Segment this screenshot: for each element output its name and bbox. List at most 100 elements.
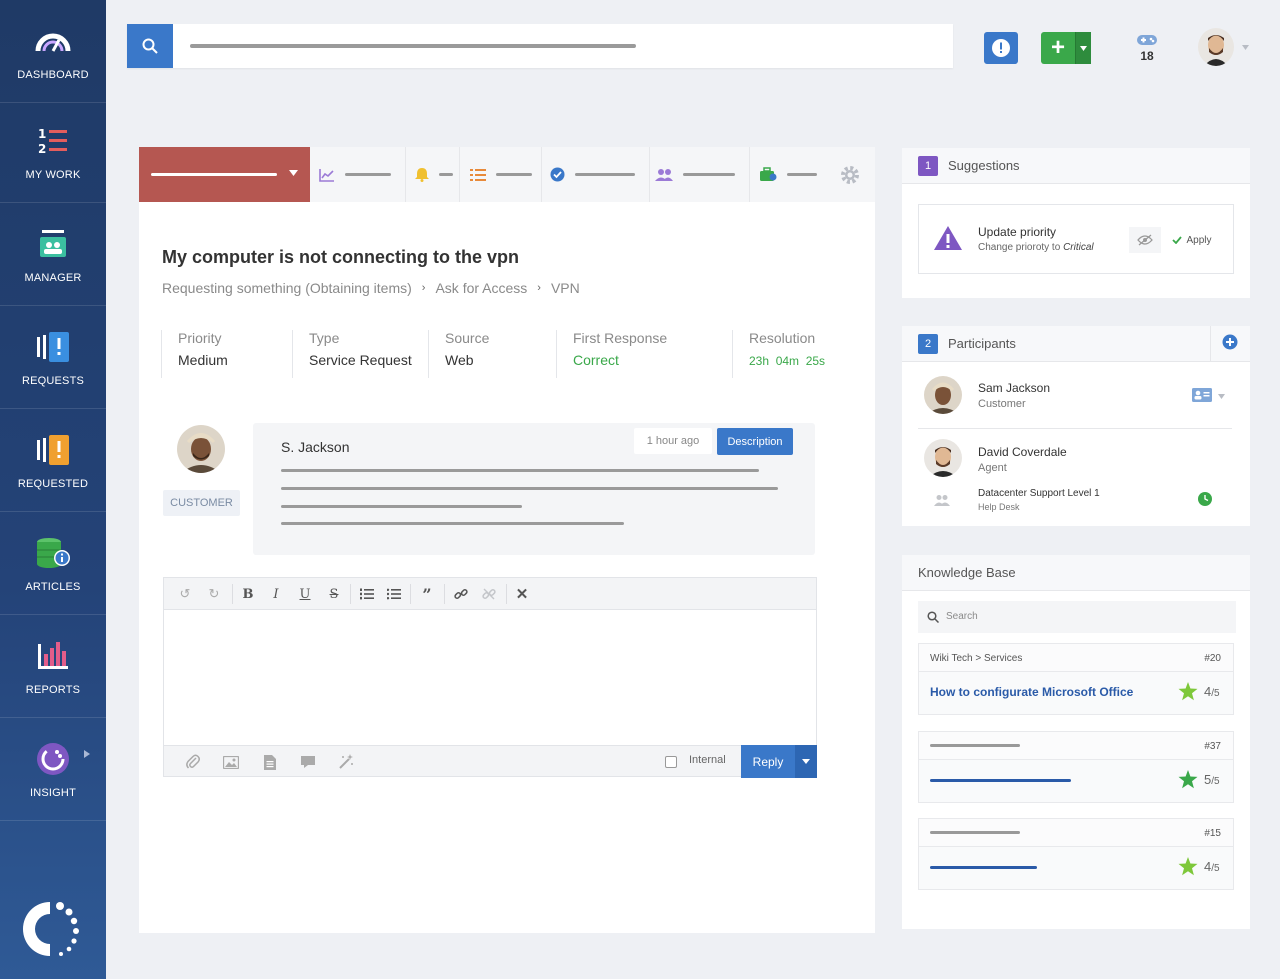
description-badge[interactable]: Description bbox=[717, 428, 793, 455]
gamepad-icon bbox=[1137, 35, 1157, 45]
meta-value: 23h 04m 25s bbox=[749, 354, 826, 368]
meta-key: Source bbox=[445, 330, 490, 346]
meta-priority[interactable]: Priority Medium bbox=[161, 330, 228, 378]
ordered-list-icon[interactable] bbox=[357, 584, 377, 604]
breadcrumb-item[interactable]: Requesting something (Obtaining items) bbox=[162, 280, 412, 296]
message-text-line bbox=[281, 487, 778, 490]
add-participant-icon[interactable] bbox=[1222, 334, 1238, 350]
participant-name: Sam Jackson bbox=[978, 381, 1051, 395]
exclamation-icon bbox=[992, 39, 1010, 57]
undo-icon[interactable]: ↺ bbox=[175, 584, 195, 604]
meta-source[interactable]: Source Web bbox=[428, 330, 489, 378]
kb-article-card[interactable]: #37 5/5 bbox=[918, 731, 1234, 803]
chevron-down-icon bbox=[1080, 45, 1087, 51]
kb-article-path-placeholder bbox=[930, 831, 1020, 834]
sidebar-item-requests[interactable]: REQUESTS bbox=[0, 306, 106, 409]
kb-article-title[interactable]: How to configurate Microsoft Office bbox=[930, 685, 1133, 699]
meta-key: Type bbox=[309, 330, 340, 346]
underline-icon[interactable]: U bbox=[295, 584, 315, 604]
clear-format-icon[interactable]: ✕ bbox=[512, 584, 532, 604]
insight-icon bbox=[33, 739, 73, 779]
magic-wand-icon[interactable] bbox=[336, 752, 356, 772]
breadcrumb-item[interactable]: Ask for Access bbox=[435, 280, 527, 296]
notifications-badge[interactable]: 18 bbox=[1132, 33, 1162, 67]
chevron-right-icon bbox=[84, 750, 90, 758]
suggestion-card: Update priority Change prioroty to Criti… bbox=[918, 204, 1234, 274]
dismiss-suggestion-button[interactable] bbox=[1129, 227, 1161, 253]
chevron-down-icon[interactable] bbox=[1218, 394, 1225, 399]
add-new-button[interactable]: + bbox=[1041, 32, 1091, 64]
avatar[interactable] bbox=[924, 439, 962, 477]
kb-article-card[interactable]: #15 4/5 bbox=[918, 818, 1234, 890]
breadcrumb-separator-icon: › bbox=[537, 282, 541, 294]
meta-type[interactable]: Type Service Request bbox=[292, 330, 412, 378]
bold-icon[interactable]: B bbox=[238, 584, 258, 604]
reply-dropdown-toggle[interactable] bbox=[795, 745, 817, 778]
add-dropdown-toggle[interactable] bbox=[1075, 32, 1091, 64]
panel-header: 1 Suggestions bbox=[902, 148, 1250, 184]
kb-search-input[interactable]: Search bbox=[918, 601, 1236, 633]
sidebar-item-dashboard[interactable]: DASHBOARD bbox=[0, 0, 106, 103]
sidebar-item-articles[interactable]: ARTICLES bbox=[0, 512, 106, 615]
tab-status[interactable] bbox=[139, 147, 310, 202]
apply-suggestion-button[interactable]: Apply bbox=[1163, 227, 1221, 253]
strikethrough-icon[interactable]: S bbox=[324, 584, 344, 604]
tab-people[interactable] bbox=[655, 147, 735, 202]
link-icon[interactable] bbox=[451, 584, 471, 604]
paperclip-icon[interactable] bbox=[183, 752, 203, 772]
avatar[interactable] bbox=[177, 425, 225, 473]
sidebar-item-manager[interactable]: MANAGER bbox=[0, 203, 106, 306]
chevron-down-icon bbox=[289, 170, 298, 176]
search-placeholder: Search bbox=[946, 611, 978, 622]
tab-assets[interactable] bbox=[759, 147, 817, 202]
tab-approvals[interactable] bbox=[550, 147, 635, 202]
breadcrumb-separator-icon: › bbox=[421, 282, 426, 294]
group-name: Datacenter Support Level 1 bbox=[978, 488, 1100, 499]
user-avatar[interactable] bbox=[1198, 28, 1234, 66]
kb-article-title-placeholder[interactable] bbox=[930, 866, 1037, 869]
comment-icon[interactable] bbox=[298, 752, 318, 772]
tab-tasks[interactable] bbox=[470, 147, 532, 202]
search-icon bbox=[927, 611, 939, 623]
redo-icon[interactable]: ↻ bbox=[204, 584, 224, 604]
meta-value: Web bbox=[445, 352, 474, 368]
bullet-list-icon[interactable] bbox=[384, 584, 404, 604]
internal-checkbox[interactable] bbox=[665, 756, 677, 768]
sidebar-item-reports[interactable]: REPORTS bbox=[0, 615, 106, 718]
unlink-icon[interactable] bbox=[479, 584, 499, 604]
contact-card-icon[interactable] bbox=[1192, 388, 1212, 402]
sidebar-item-insight[interactable]: INSIGHT bbox=[0, 718, 106, 821]
italic-icon[interactable]: I bbox=[266, 584, 286, 604]
global-search bbox=[127, 24, 953, 68]
tab-alerts[interactable] bbox=[415, 147, 453, 202]
breadcrumb: Requesting something (Obtaining items) ›… bbox=[162, 280, 580, 296]
search-button[interactable] bbox=[127, 24, 173, 68]
quote-icon[interactable]: ” bbox=[417, 584, 437, 604]
reply-button[interactable]: Reply bbox=[741, 745, 795, 778]
group-subtitle: Help Desk bbox=[978, 502, 1020, 512]
alert-button[interactable] bbox=[984, 32, 1018, 64]
document-icon[interactable] bbox=[260, 752, 280, 772]
tab-activity[interactable] bbox=[319, 147, 391, 202]
database-icon bbox=[33, 533, 73, 573]
kb-article-card[interactable]: Wiki Tech > Services #20 How to configur… bbox=[918, 643, 1234, 715]
breadcrumb-item[interactable]: VPN bbox=[551, 280, 580, 296]
panel-title: Suggestions bbox=[948, 158, 1020, 173]
internal-label: Internal bbox=[689, 754, 726, 766]
image-icon[interactable] bbox=[221, 752, 241, 772]
reply-textarea[interactable] bbox=[164, 610, 816, 744]
gear-icon[interactable] bbox=[839, 164, 861, 186]
requests-icon bbox=[33, 327, 73, 367]
kb-article-id: #15 bbox=[1204, 828, 1221, 839]
search-input[interactable] bbox=[190, 44, 636, 48]
kb-article-title-placeholder[interactable] bbox=[930, 779, 1071, 782]
avatar[interactable] bbox=[924, 376, 962, 414]
kb-article-rating: 5/5 bbox=[1204, 772, 1220, 787]
sidebar-item-my-work[interactable]: 12 MY WORK bbox=[0, 100, 106, 203]
group-icon bbox=[934, 495, 950, 506]
chevron-down-icon[interactable] bbox=[1242, 45, 1249, 50]
sidebar-item-requested[interactable]: REQUESTED bbox=[0, 409, 106, 512]
kb-article-path: Wiki Tech > Services bbox=[930, 653, 1023, 664]
message-text-line bbox=[281, 522, 624, 525]
participant-name: David Coverdale bbox=[978, 445, 1067, 459]
